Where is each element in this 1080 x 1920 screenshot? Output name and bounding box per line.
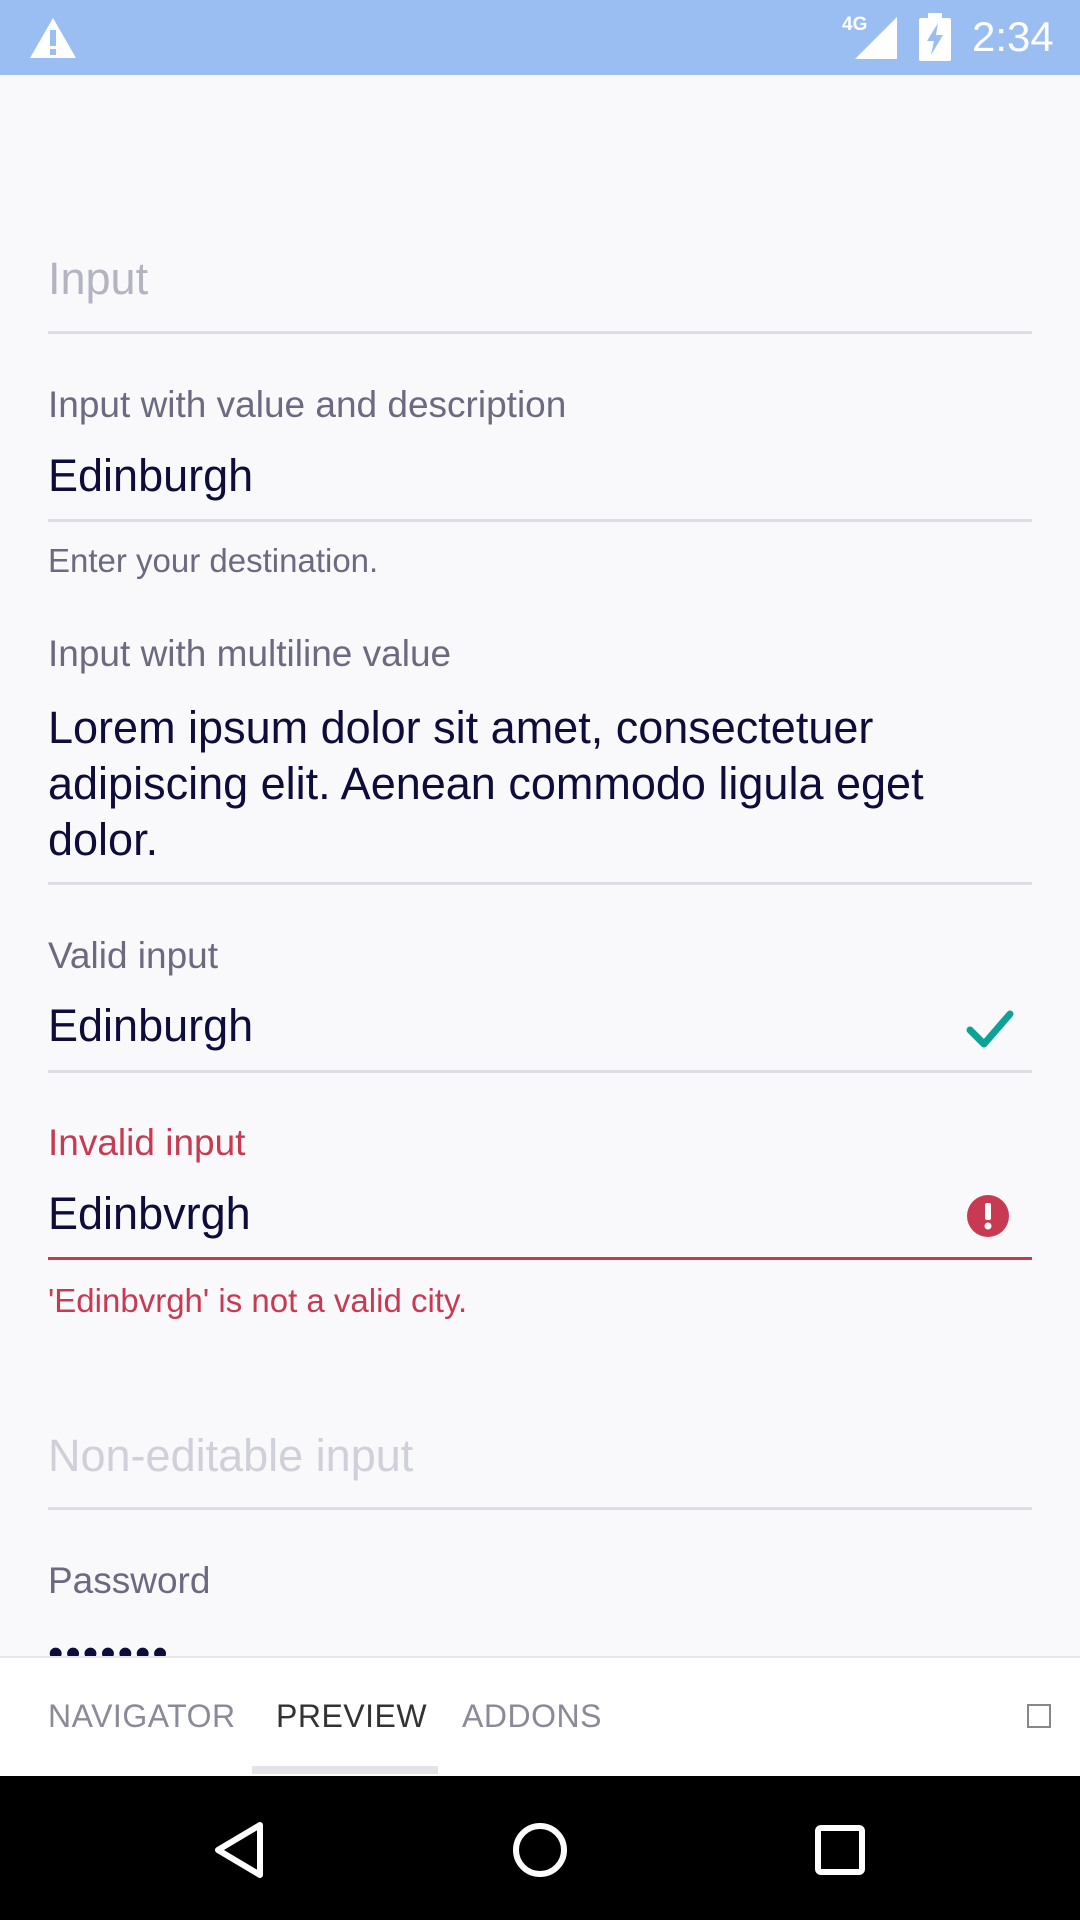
desc-field-label: Input with value and description: [48, 384, 567, 425]
password-field-label: Password: [48, 1560, 211, 1601]
input-placeholder: Input: [48, 253, 149, 304]
invalid-field-value: Edinbvrgh: [48, 1188, 251, 1239]
bottom-tab-bar: NAVIGATOR PREVIEW ADDONS: [0, 1656, 1080, 1778]
fullscreen-icon[interactable]: [1027, 1704, 1051, 1728]
password-field[interactable]: Password: [48, 1560, 1032, 1602]
desc-field-helper: Enter your destination.: [48, 542, 1032, 580]
alert-circle-icon: [967, 1195, 1009, 1237]
multiline-field-underline: [48, 882, 1032, 885]
tab-preview[interactable]: PREVIEW: [276, 1698, 427, 1735]
active-tab-indicator: [252, 1766, 438, 1774]
invalid-field-label: Invalid input: [48, 1122, 246, 1163]
invalid-field[interactable]: Invalid input: [48, 1122, 1032, 1164]
desc-field-underline: [48, 519, 1032, 522]
multiline-value-line: adipiscing elit. Aenean commodo ligula e…: [48, 758, 924, 809]
network-type-label: 4G: [842, 14, 868, 35]
desc-field-input[interactable]: Edinburgh: [48, 450, 1032, 502]
password-field-input[interactable]: •••••••: [48, 1620, 1032, 1657]
desc-field-description: Enter your destination.: [48, 542, 379, 579]
invalid-field-underline: [48, 1257, 1032, 1260]
battery-charging-icon: [919, 13, 951, 61]
home-icon[interactable]: [510, 1820, 570, 1880]
input-field[interactable]: Input: [48, 253, 1032, 305]
multiline-field-input[interactable]: Lorem ipsum dolor sit amet, consectetuer…: [48, 700, 1032, 868]
invalid-field-error: 'Edinbvrgh' is not a valid city.: [48, 1282, 468, 1319]
noneditable-field-underline: [48, 1507, 1032, 1510]
noneditable-placeholder: Non-editable input: [48, 1430, 414, 1481]
recents-icon[interactable]: [814, 1824, 866, 1876]
input-underline: [48, 331, 1032, 334]
clock: 2:34: [972, 13, 1054, 60]
tab-addons[interactable]: ADDONS: [462, 1698, 602, 1735]
valid-field-underline: [48, 1070, 1032, 1073]
noneditable-field: Non-editable input: [48, 1430, 1032, 1482]
multiline-value-line: dolor.: [48, 814, 159, 865]
desc-field-value: Edinburgh: [48, 450, 254, 501]
valid-field-value: Edinburgh: [48, 1000, 254, 1051]
invalid-field-input[interactable]: Edinbvrgh: [48, 1188, 1032, 1240]
invalid-field-helper: 'Edinbvrgh' is not a valid city.: [48, 1282, 1032, 1320]
valid-field-label: Valid input: [48, 935, 219, 976]
password-field-value: •••••••: [48, 1629, 170, 1657]
status-bar: 4G 2:34: [0, 0, 1080, 75]
multiline-field-label: Input with multiline value: [48, 633, 452, 674]
multiline-value-line: Lorem ipsum dolor sit amet, consectetuer: [48, 702, 874, 753]
valid-field-input[interactable]: Edinburgh: [48, 1000, 1032, 1052]
back-icon[interactable]: [210, 1820, 266, 1880]
valid-field[interactable]: Valid input: [48, 935, 1032, 977]
system-nav-bar: [0, 1776, 1080, 1920]
warning-icon: [30, 18, 76, 58]
desc-field[interactable]: Input with value and description: [48, 384, 1032, 426]
tab-navigator[interactable]: NAVIGATOR: [48, 1698, 236, 1735]
multiline-field[interactable]: Input with multiline value: [48, 633, 1032, 675]
check-icon: [966, 1010, 1014, 1048]
